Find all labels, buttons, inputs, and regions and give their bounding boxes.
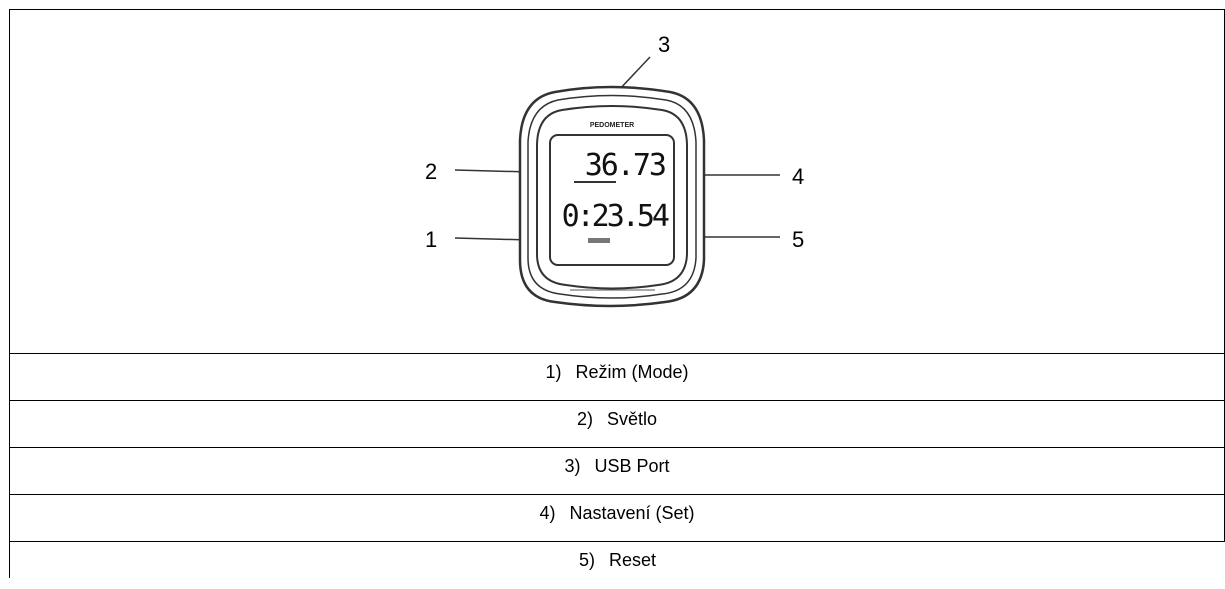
legend-row-4: 4) Nastavení (Set) [9,494,1225,541]
legend-row-2: 2) Světlo [9,400,1225,447]
legend-number: 1) [545,362,562,382]
legend-label: USB Port [594,456,670,476]
device-diagram: 3 2 1 4 5 PEDOMETER 36.73 0:23.54 [425,32,804,308]
callout-2: 2 [425,159,437,184]
legend-label: Nastavení (Set) [569,503,695,523]
legend-number: 3) [564,456,581,476]
lcd-top-value: 36.73 [585,148,665,183]
callout-1: 1 [425,227,437,252]
document-table: 3 2 1 4 5 PEDOMETER 36.73 0:23.54 1) Rež… [9,9,1225,589]
device-brand: PEDOMETER [590,122,634,129]
figure-cell: 3 2 1 4 5 PEDOMETER 36.73 0:23.54 [9,9,1225,353]
legend-label: Režim (Mode) [575,362,689,382]
legend-label: Reset [608,550,657,570]
legend-row-3: 3) USB Port [9,447,1225,494]
legend-row-1: 1) Režim (Mode) [9,353,1225,400]
callout-3: 3 [658,32,670,57]
legend-number: 4) [539,503,556,523]
legend-row-5: 5) Reset [9,541,1225,578]
callout-5: 5 [792,227,804,252]
legend-number: 5) [578,550,595,570]
legend-number: 2) [576,409,593,429]
lcd-bottom-value: 0:23.54 [562,199,669,234]
callout-4: 4 [792,164,804,189]
legend-label: Světlo [606,409,658,429]
lcd-small-indicator [588,238,610,243]
